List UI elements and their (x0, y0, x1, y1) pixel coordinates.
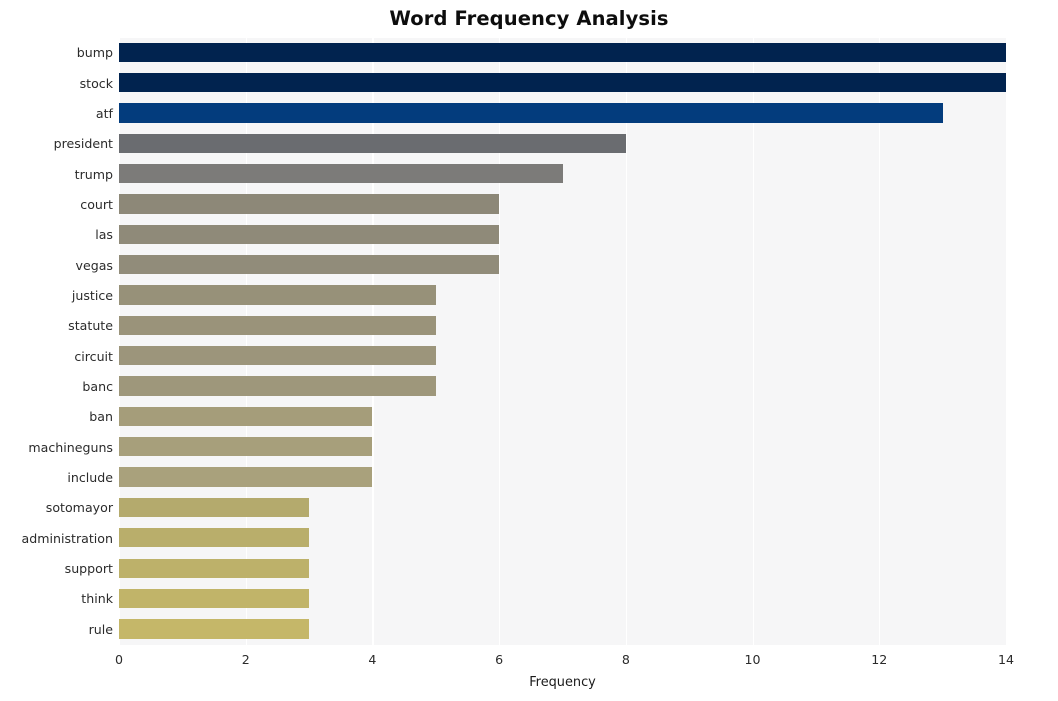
bar-row (119, 524, 1006, 552)
bar-row (119, 190, 1006, 218)
y-tick-label: las (95, 227, 113, 243)
bar (119, 558, 310, 578)
bar-row (119, 311, 1006, 339)
x-tick-label: 6 (495, 652, 504, 667)
bar (119, 346, 436, 366)
x-axis-label: Frequency (529, 675, 596, 690)
x-tick-label: 12 (871, 652, 888, 667)
bar (119, 72, 1006, 93)
bar-row (119, 129, 1006, 157)
bar (119, 255, 500, 275)
y-tick-label: ban (89, 409, 113, 425)
bar-row (119, 402, 1006, 430)
bar-row (119, 281, 1006, 309)
bar-row (119, 554, 1006, 582)
y-tick-label: banc (82, 379, 113, 395)
bar (119, 467, 373, 487)
y-tick-label: include (67, 470, 113, 486)
bar-row (119, 615, 1006, 643)
x-tick-label: 10 (744, 652, 761, 667)
bar (119, 224, 500, 244)
bar-row (119, 584, 1006, 612)
bar (119, 103, 943, 123)
bar-row (119, 493, 1006, 521)
y-tick-label: bump (76, 45, 113, 61)
x-tick-label: 14 (997, 652, 1015, 667)
bar (119, 194, 500, 214)
y-tick-label: circuit (74, 348, 113, 364)
bar-row (119, 433, 1006, 461)
bar (119, 528, 310, 548)
bar (119, 42, 1006, 62)
x-tick-label: 8 (621, 652, 630, 667)
bar-row (119, 159, 1006, 187)
y-tick-label: think (81, 591, 113, 607)
bar (119, 437, 373, 457)
bar (119, 619, 310, 639)
y-tick-label: stock (79, 75, 113, 91)
y-tick-label: statute (68, 318, 113, 334)
bar-row (119, 250, 1006, 278)
bar-row (119, 99, 1006, 127)
x-tick-label: 4 (368, 652, 377, 667)
bar-row (119, 342, 1006, 370)
y-tick-label: president (53, 136, 113, 152)
bar-row (119, 220, 1006, 248)
bar (119, 376, 436, 396)
chart-title: Word Frequency Analysis (389, 7, 669, 30)
gridline-x-14 (1006, 38, 1008, 645)
bar (119, 588, 310, 609)
y-tick-label: trump (74, 166, 113, 182)
y-tick-label: court (80, 196, 113, 212)
x-tick-label: 0 (114, 652, 123, 667)
y-tick-label: justice (71, 287, 113, 303)
plot-area (119, 38, 1008, 645)
y-tick-label: vegas (75, 257, 113, 273)
bar-row (119, 372, 1006, 400)
bar (119, 406, 373, 427)
y-tick-label: administration (21, 530, 113, 546)
y-tick-label: rule (88, 621, 113, 637)
y-tick-label: atf (95, 105, 113, 121)
y-tick-label: support (64, 561, 113, 577)
bar (119, 133, 626, 153)
y-tick-label: machineguns (28, 439, 113, 455)
bar (119, 163, 563, 184)
bar (119, 285, 436, 305)
bar (119, 315, 436, 336)
bar (119, 497, 310, 518)
y-tick-label: sotomayor (45, 500, 113, 516)
bar-row (119, 38, 1006, 66)
bar-row (119, 68, 1006, 96)
chart-figure: Word Frequency Analysis bump stock atf pres… (0, 0, 1058, 701)
x-tick-label: 2 (241, 652, 250, 667)
bar-row (119, 463, 1006, 491)
